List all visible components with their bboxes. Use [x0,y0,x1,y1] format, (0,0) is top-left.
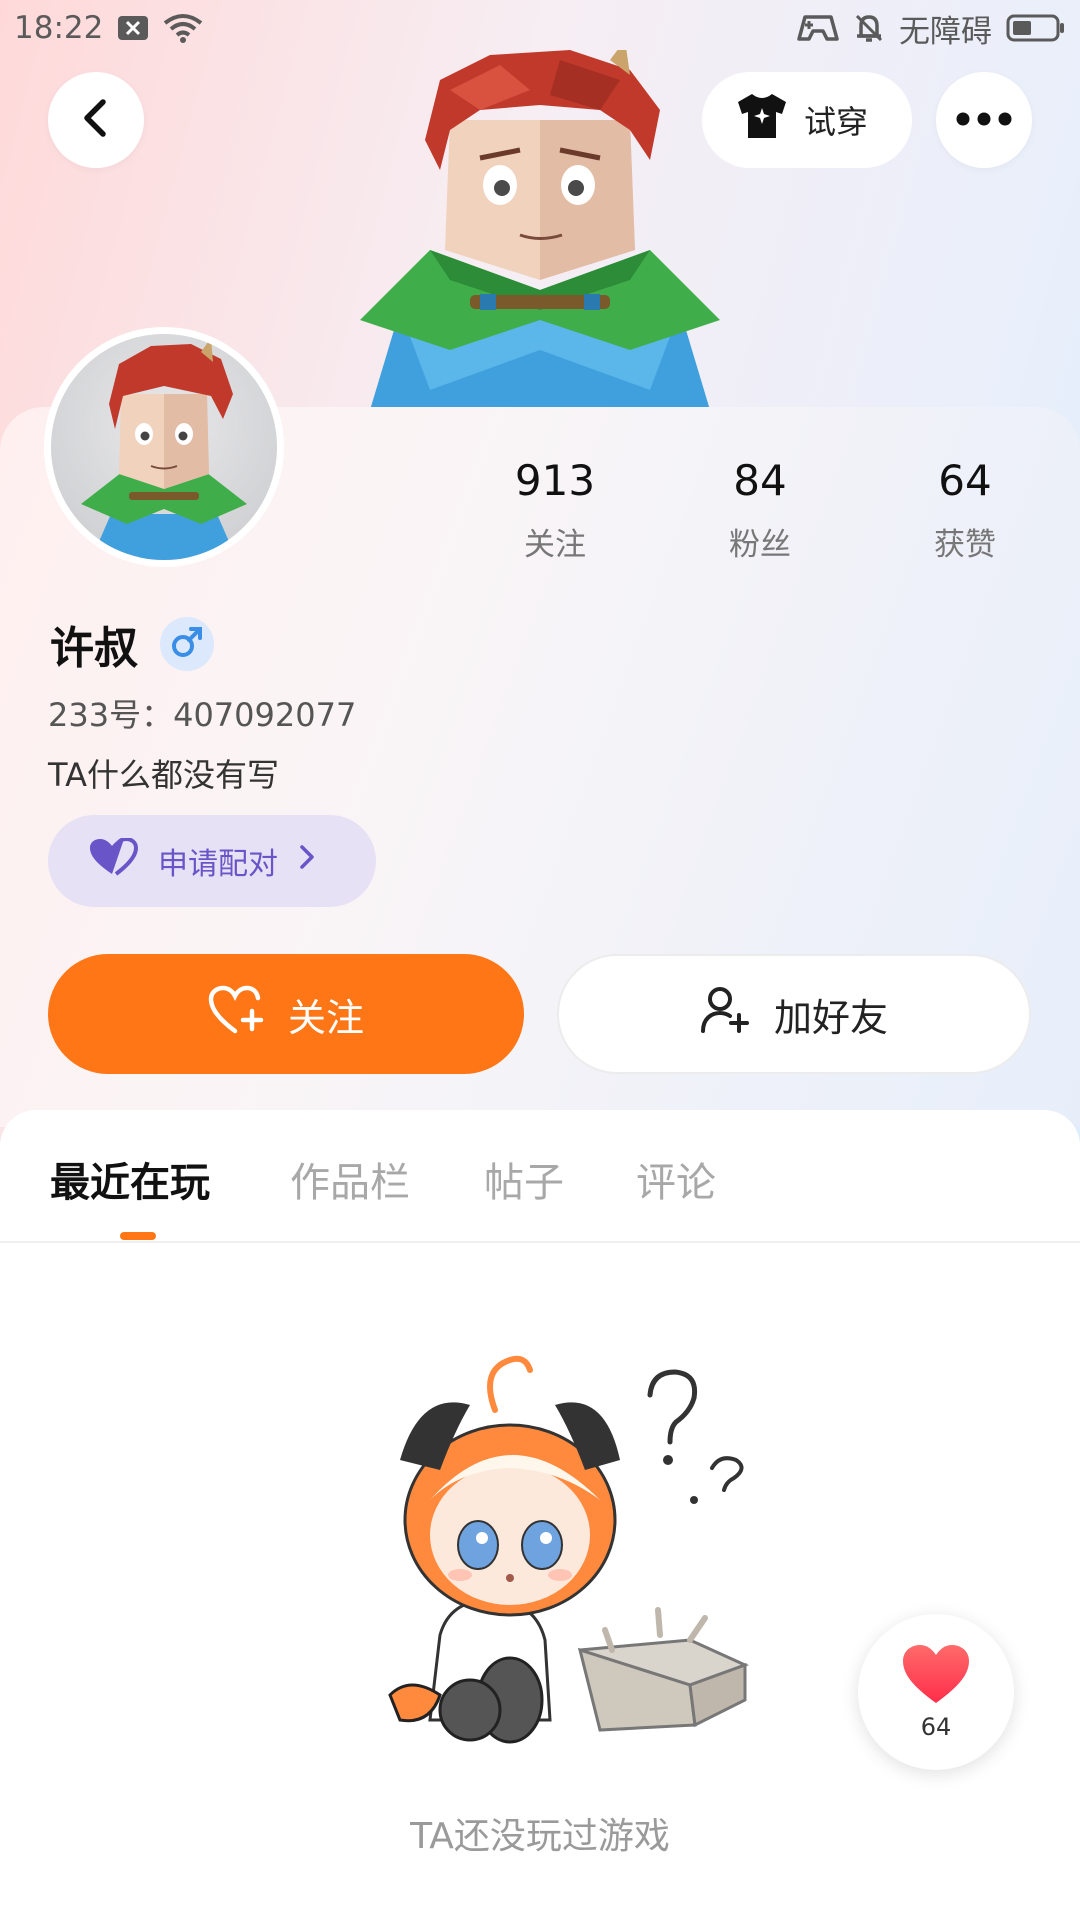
add-user-icon [700,985,750,1044]
follow-button[interactable]: 关注 [48,954,524,1074]
stat-following[interactable]: 913 关注 [480,456,630,564]
content-sheet: 最近在玩 作品栏 帖子 评论 TA还没玩过游戏 [0,1110,1080,1920]
follow-label: 关注 [287,995,364,1040]
stat-label: 粉丝 [729,527,791,563]
stat-value: 64 [938,456,992,505]
status-time: 18:22 [14,10,104,46]
stat-label: 关注 [524,527,586,563]
male-icon [170,625,204,663]
stat-value: 913 [514,456,596,505]
heart-plus-icon [208,985,264,1044]
empty-state-illustration [360,1350,760,1750]
stat-value: 84 [733,456,787,505]
tab-posts[interactable]: 帖子 [484,1150,564,1208]
gender-badge [160,617,214,671]
try-on-label: 试穿 [804,103,869,141]
chevron-right-icon [298,843,316,879]
hero-avatar-illustration [330,40,750,410]
stat-label: 获赞 [934,527,996,563]
back-button[interactable] [48,72,144,168]
avatar-image [51,334,277,560]
game-controller-icon [797,13,839,43]
add-friend-button[interactable]: 加好友 [557,954,1031,1074]
like-button[interactable]: 64 [858,1614,1014,1770]
avatar[interactable] [44,327,284,567]
username-row: 许叔 [50,612,214,676]
pair-label: 申请配对 [158,847,278,882]
tab-recent-games[interactable]: 最近在玩 [50,1150,210,1208]
add-friend-label: 加好友 [773,995,888,1040]
more-button[interactable] [936,72,1032,168]
pair-request-button[interactable]: 申请配对 [48,815,376,907]
back-icon [79,98,113,142]
double-heart-icon [88,836,139,884]
profile-screen: 18:22 无障碍 试穿 913 关注 84 粉丝 64 获赞 许叔 233号：… [0,0,1080,1920]
tab-indicator [120,1232,156,1240]
try-on-button[interactable]: 试穿 [702,72,912,168]
stat-fans[interactable]: 84 粉丝 [685,456,835,564]
like-count: 64 [920,1713,952,1741]
user-bio: TA什么都没有写 [48,756,279,794]
bell-off-icon [853,12,885,44]
status-bar: 18:22 无障碍 [0,0,1080,56]
tab-comments[interactable]: 评论 [636,1150,716,1208]
close-box-icon [117,15,149,41]
tab-bar: 最近在玩 作品栏 帖子 评论 [0,1110,1080,1243]
empty-state-message: TA还没玩过游戏 [410,1816,670,1857]
profile-stats: 913 关注 84 粉丝 64 获赞 [480,456,1040,564]
user-id: 233号：407092077 [48,696,357,734]
heart-icon [901,1643,971,1709]
username: 许叔 [50,623,138,674]
battery-icon [1006,13,1066,43]
tab-works[interactable]: 作品栏 [290,1150,410,1208]
accessibility-label: 无障碍 [899,13,992,50]
stat-likes[interactable]: 64 获赞 [890,456,1040,564]
more-icon [956,111,1012,130]
wifi-icon [163,13,203,43]
shirt-icon [734,92,790,148]
